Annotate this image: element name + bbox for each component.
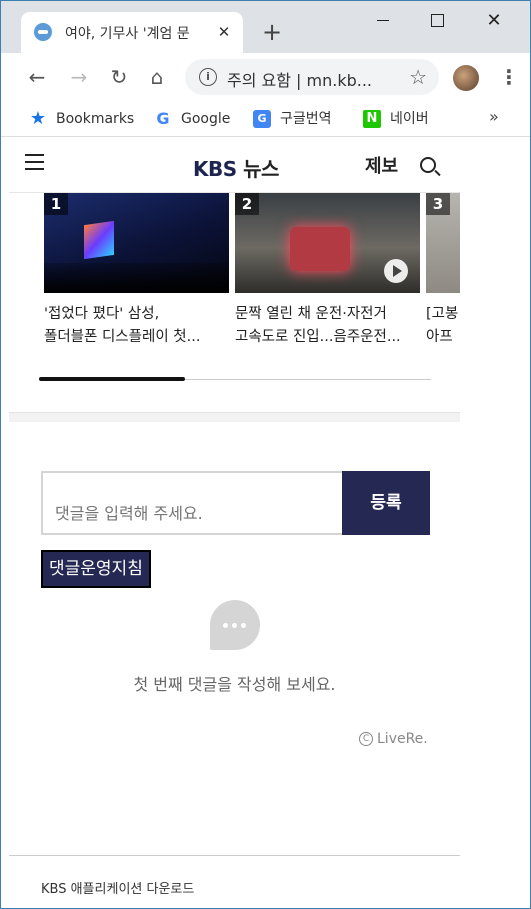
logo-main: KBS (193, 157, 237, 181)
news-title-line[interactable]: [고봉 (426, 303, 460, 326)
news-card[interactable]: 3 [고봉 아프 (426, 193, 460, 349)
news-title-line[interactable]: 고속도로 진입...음주운전... (235, 326, 420, 349)
rank-badge: 3 (426, 193, 450, 215)
forward-arrow-icon[interactable]: → (67, 65, 91, 89)
browser-tab[interactable]: 여야, 기무사 '계엄 문 ✕ (21, 12, 243, 53)
naver-icon: N (363, 110, 381, 128)
info-icon[interactable]: i (199, 68, 217, 86)
livere-label: LiveRe. (377, 731, 428, 747)
tab-title: 여야, 기무사 '계엄 문 (65, 26, 190, 42)
close-tab-icon[interactable]: ✕ (213, 21, 235, 43)
news-title-line[interactable]: 문짝 열린 채 운전·자전거 (235, 303, 420, 326)
site-header: KBS 뉴스 제보 (9, 138, 460, 193)
reload-icon[interactable]: ↻ (107, 65, 131, 89)
menu-dots-icon[interactable]: ⋮ (499, 65, 519, 89)
bookmarks-bar: ★ Bookmarks G Google G 구글번역 N 네이버 » (1, 101, 530, 137)
rank-badge: 1 (44, 193, 68, 215)
bookmark-label: Google (181, 111, 231, 127)
hamburger-menu-icon[interactable] (25, 154, 44, 170)
bookmark-bookmarks[interactable]: ★ Bookmarks (29, 108, 134, 130)
page-margin (460, 138, 530, 908)
news-thumbnail[interactable]: 1 (44, 193, 229, 293)
star-icon: ★ (29, 108, 47, 129)
rank-badge: 2 (235, 193, 259, 215)
bookmark-label: 구글번역 (280, 111, 332, 127)
bookmark-label: 네이버 (390, 111, 429, 127)
news-card[interactable]: 2 문짝 열린 채 운전·자전거 고속도로 진입...음주운전... (235, 193, 420, 349)
new-tab-button[interactable]: + (259, 19, 285, 45)
address-bar[interactable]: i 주의 요함 | mn.kb... ☆ (185, 59, 439, 95)
more-bookmarks-icon[interactable]: » (489, 107, 499, 126)
comment-policy-button[interactable]: 댓글운영지침 (41, 550, 151, 588)
maximize-button[interactable] (423, 9, 451, 33)
profile-avatar[interactable] (453, 65, 479, 91)
page-content: KBS 뉴스 제보 1 '접었다 폈다' 삼성, 폴더블폰 디스플레이 첫...… (9, 138, 460, 908)
bookmark-naver[interactable]: N 네이버 (363, 108, 429, 130)
minimize-button[interactable] (369, 9, 397, 33)
carousel-scroll-thumb[interactable] (39, 377, 185, 381)
empty-comments-text: 첫 번째 댓글을 작성해 보세요. (133, 675, 336, 694)
news-title-line[interactable]: '접었다 폈다' 삼성, (44, 303, 229, 326)
back-arrow-icon[interactable]: ← (25, 65, 49, 89)
close-window-button[interactable]: ✕ (480, 9, 508, 33)
logo-sub: 뉴스 (243, 157, 279, 181)
copyright-icon: C (359, 732, 373, 746)
tab-strip: 여야, 기무사 '계엄 문 ✕ + ✕ (1, 1, 530, 53)
bookmark-google[interactable]: G Google (154, 108, 230, 130)
bookmark-star-icon[interactable]: ☆ (409, 65, 427, 89)
footer-divider (9, 855, 460, 856)
kbs-news-logo[interactable]: KBS 뉴스 (193, 153, 279, 182)
livere-credit[interactable]: C LiveRe. (359, 731, 428, 747)
play-icon[interactable] (384, 259, 408, 283)
google-icon: G (156, 109, 170, 128)
news-thumbnail[interactable]: 2 (235, 193, 420, 293)
bookmark-google-translate[interactable]: G 구글번역 (253, 108, 332, 130)
bookmark-label: Bookmarks (56, 111, 135, 127)
news-thumbnail[interactable]: 3 (426, 193, 460, 293)
translate-icon: G (253, 110, 271, 128)
news-card[interactable]: 1 '접었다 폈다' 삼성, 폴더블폰 디스플레이 첫... (44, 193, 229, 349)
news-title-line[interactable]: 폴더블폰 디스플레이 첫... (44, 326, 229, 349)
section-divider (9, 412, 460, 422)
home-icon[interactable]: ⌂ (145, 65, 169, 89)
news-title-line[interactable]: 아프 (426, 326, 460, 349)
submit-comment-button[interactable]: 등록 (342, 471, 430, 535)
search-icon[interactable] (420, 157, 436, 173)
footer-link[interactable]: KBS 애플리케이션 다운로드 (41, 878, 194, 897)
report-link[interactable]: 제보 (365, 152, 398, 178)
chat-bubble-icon (210, 600, 260, 650)
address-text[interactable]: 주의 요함 | mn.kb... (227, 67, 397, 91)
site-favicon-icon (34, 23, 52, 41)
comment-input[interactable] (41, 471, 342, 535)
browser-window: 여야, 기무사 '계엄 문 ✕ + ✕ ← → ↻ ⌂ i 주의 요함 | mn… (0, 0, 531, 909)
browser-toolbar: ← → ↻ ⌂ i 주의 요함 | mn.kb... ☆ ⋮ (1, 53, 530, 101)
